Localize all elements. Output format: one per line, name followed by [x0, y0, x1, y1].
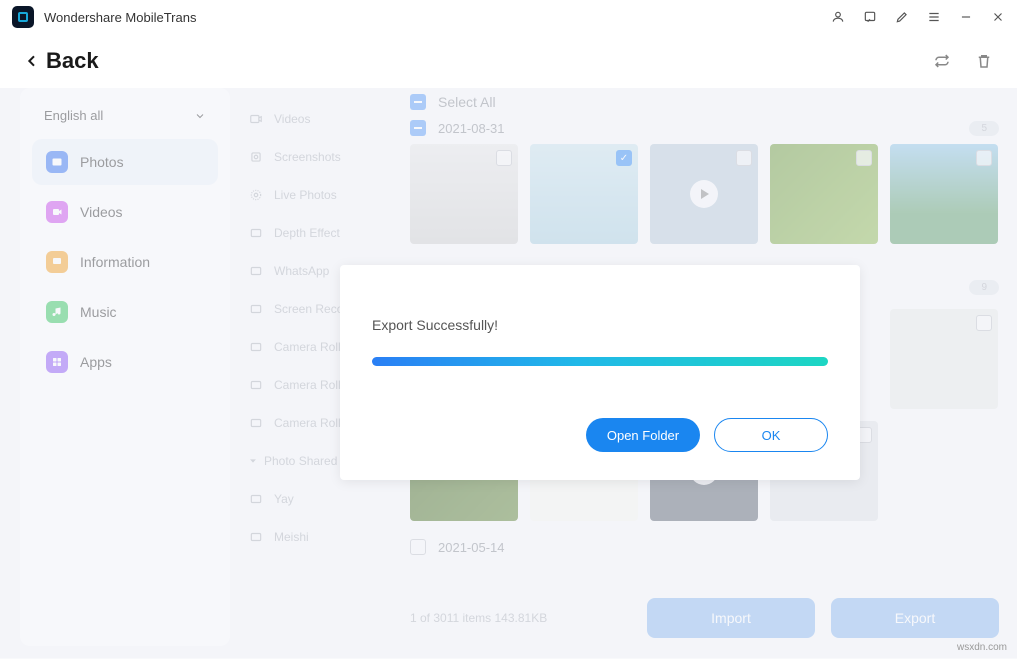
thumb-checkbox[interactable] [616, 150, 632, 166]
photo-thumb[interactable] [890, 309, 998, 409]
modal-title: Export Successfully! [372, 317, 828, 333]
sub-item-deptheffect[interactable]: Depth Effect [230, 214, 410, 252]
titlebar-actions [831, 10, 1005, 24]
sidebar: English all Photos Videos Information Mu… [20, 88, 230, 646]
screenshot-icon [248, 150, 264, 164]
export-button[interactable]: Export [831, 598, 999, 638]
thumb-checkbox[interactable] [496, 150, 512, 166]
menu-icon[interactable] [927, 10, 941, 24]
open-folder-button[interactable]: Open Folder [586, 418, 700, 452]
select-all-row: Select All [410, 88, 999, 116]
shared-folder-icon [248, 530, 264, 544]
sub-item-screenshots[interactable]: Screenshots [230, 138, 410, 176]
sub-item-livephotos[interactable]: Live Photos [230, 176, 410, 214]
chevron-left-icon [24, 53, 40, 69]
trash-icon[interactable] [975, 52, 993, 70]
video-folder-icon [248, 112, 264, 126]
date1-checkbox[interactable] [410, 120, 426, 136]
thumb-checkbox[interactable] [856, 150, 872, 166]
date-group-1: 2021-08-31 5 [410, 116, 999, 144]
thumb-checkbox[interactable] [976, 315, 992, 331]
sidebar-item-label: Information [80, 254, 150, 270]
select-all-label: Select All [438, 94, 496, 110]
back-label: Back [46, 48, 99, 74]
date1-label: 2021-08-31 [438, 121, 505, 136]
app-logo [12, 6, 34, 28]
videos-icon [46, 201, 68, 223]
footer: 1 of 3011 items 143.81KB Import Export [410, 590, 999, 646]
account-icon[interactable] [831, 10, 845, 24]
photos-icon [46, 151, 68, 173]
sidebar-item-label: Music [80, 304, 117, 320]
thumb-checkbox[interactable] [976, 150, 992, 166]
depth-icon [248, 226, 264, 240]
date2-checkbox[interactable] [410, 539, 426, 555]
photo-thumb[interactable] [770, 144, 878, 244]
import-button[interactable]: Import [647, 598, 815, 638]
export-success-modal: Export Successfully! Open Folder OK [340, 265, 860, 480]
progress-bar [372, 357, 828, 366]
minimize-icon[interactable] [959, 10, 973, 24]
photo-thumb[interactable] [410, 144, 518, 244]
camera-roll-icon [248, 378, 264, 392]
sidebar-item-videos[interactable]: Videos [32, 189, 218, 235]
sidebar-item-photos[interactable]: Photos [32, 139, 218, 185]
shared-folder-icon [248, 492, 264, 506]
music-icon [46, 301, 68, 323]
camera-roll-icon [248, 416, 264, 430]
camera-roll-icon [248, 340, 264, 354]
sub-item-yay[interactable]: Yay [230, 480, 410, 518]
sidebar-item-label: Videos [80, 204, 123, 220]
back-row: Back [0, 34, 1017, 88]
recorder-icon [248, 302, 264, 316]
feedback-icon[interactable] [863, 10, 877, 24]
edit-icon[interactable] [895, 10, 909, 24]
information-icon [46, 251, 68, 273]
photo-thumb[interactable] [650, 144, 758, 244]
chevron-down-icon [194, 110, 206, 122]
sub-item-meishi[interactable]: Meishi [230, 518, 410, 556]
filter-dropdown[interactable]: English all [32, 104, 218, 139]
filter-label: English all [44, 108, 103, 123]
sidebar-item-apps[interactable]: Apps [32, 339, 218, 385]
refresh-icon[interactable] [933, 52, 951, 70]
sidebar-item-label: Apps [80, 354, 112, 370]
date-group-2: 2021-05-14 [410, 533, 999, 561]
titlebar: Wondershare MobileTrans [0, 0, 1017, 34]
app-title: Wondershare MobileTrans [44, 10, 196, 25]
sidebar-item-music[interactable]: Music [32, 289, 218, 335]
thumb-row-1 [410, 144, 999, 244]
date1-count: 5 [969, 121, 999, 136]
sidebar-item-information[interactable]: Information [32, 239, 218, 285]
live-photo-icon [248, 188, 264, 202]
sidebar-item-label: Photos [80, 154, 124, 170]
select-all-checkbox[interactable] [410, 94, 426, 110]
play-icon [690, 180, 718, 208]
photo-thumb[interactable] [890, 144, 998, 244]
date2-label: 2021-05-14 [438, 540, 505, 555]
date2-count: 9 [969, 280, 999, 295]
apps-icon [46, 351, 68, 373]
photo-thumb[interactable] [530, 144, 638, 244]
ok-button[interactable]: OK [714, 418, 828, 452]
watermark: wsxdn.com [957, 642, 1007, 653]
close-icon[interactable] [991, 10, 1005, 24]
sub-item-videos[interactable]: Videos [230, 100, 410, 138]
thumb-checkbox[interactable] [736, 150, 752, 166]
footer-status: 1 of 3011 items 143.81KB [410, 611, 547, 625]
back-button[interactable]: Back [24, 48, 99, 74]
whatsapp-folder-icon [248, 264, 264, 278]
triangle-down-icon [248, 456, 258, 466]
